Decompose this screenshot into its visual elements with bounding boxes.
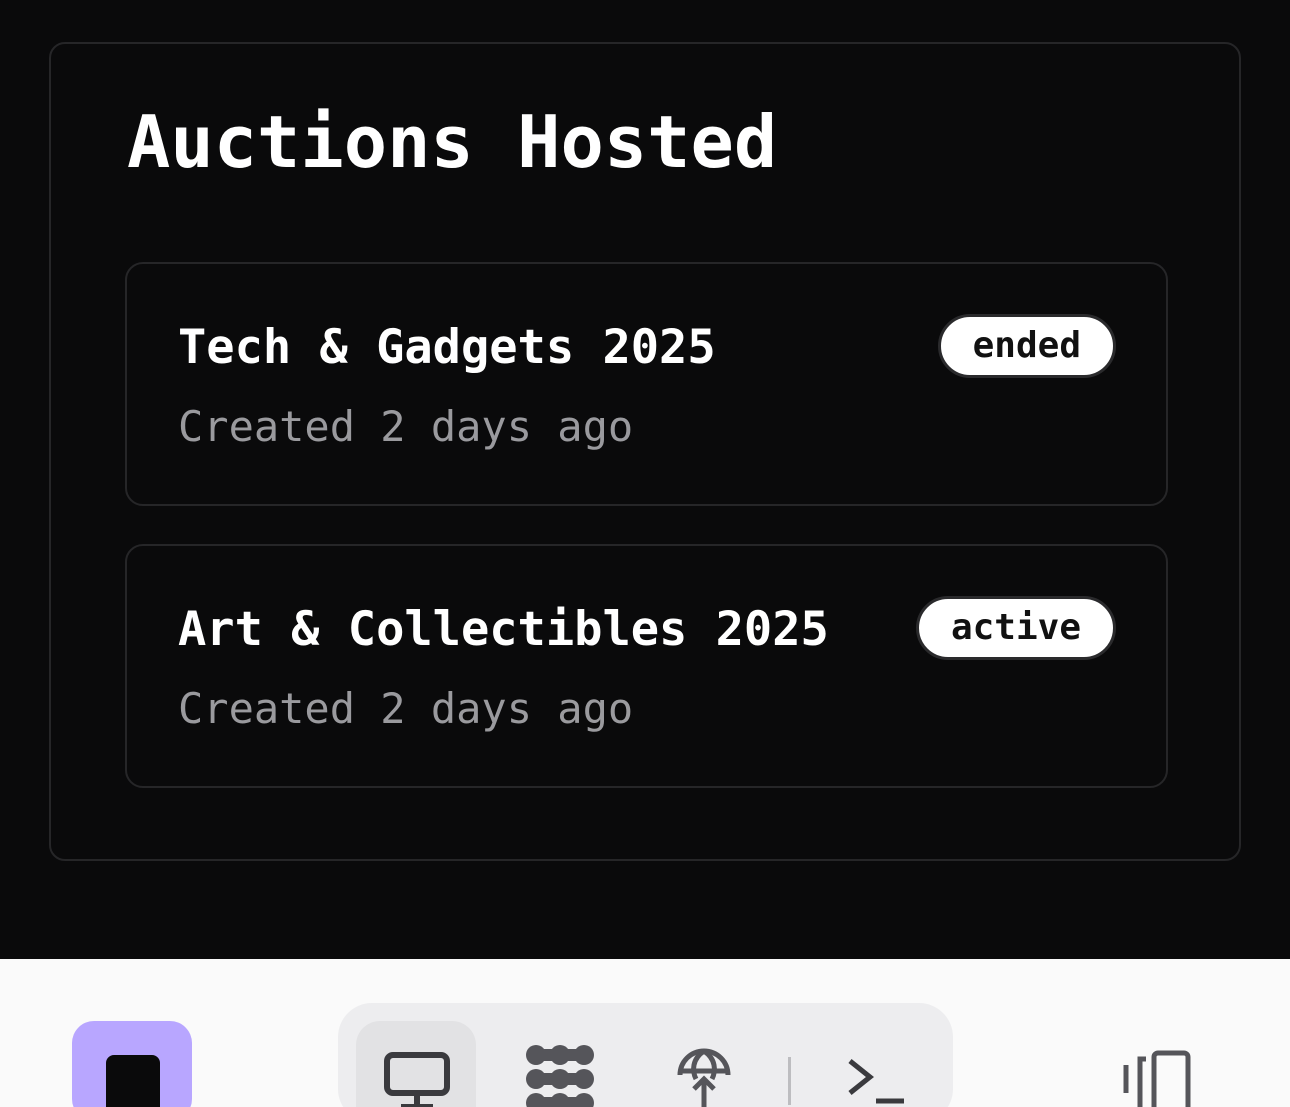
stop-button[interactable] bbox=[72, 1021, 192, 1107]
terminal-icon bbox=[848, 1059, 904, 1104]
auction-title: Art & Collectibles 2025 bbox=[178, 602, 829, 657]
auction-title: Tech & Gadgets 2025 bbox=[178, 320, 716, 375]
status-badge: ended bbox=[937, 314, 1116, 378]
terminal-tool-button[interactable] bbox=[814, 1021, 934, 1107]
tool-group bbox=[338, 1003, 953, 1107]
device-toggle-icon bbox=[1123, 1050, 1191, 1107]
panel-title: Auctions Hosted bbox=[127, 100, 778, 184]
globe-upload-icon bbox=[677, 1048, 731, 1107]
auctions-hosted-panel: Auctions Hosted Tech & Gadgets 2025 Crea… bbox=[49, 42, 1241, 861]
bottom-toolbar bbox=[0, 959, 1290, 1107]
monitor-icon bbox=[384, 1052, 450, 1107]
nodes-tool-button[interactable] bbox=[500, 1021, 620, 1107]
stop-square-icon bbox=[106, 1055, 160, 1107]
device-toggle-button[interactable] bbox=[1118, 1049, 1198, 1107]
auction-created: Created 2 days ago bbox=[178, 684, 634, 733]
nodes-icon bbox=[526, 1045, 594, 1107]
auction-card[interactable]: Tech & Gadgets 2025 Created 2 days ago e… bbox=[125, 262, 1168, 506]
auction-created: Created 2 days ago bbox=[178, 402, 634, 451]
deploy-tool-button[interactable] bbox=[644, 1021, 764, 1107]
status-badge: active bbox=[915, 596, 1116, 660]
auction-card[interactable]: Art & Collectibles 2025 Created 2 days a… bbox=[125, 544, 1168, 788]
toolbar-divider bbox=[788, 1057, 791, 1105]
monitor-tool-button[interactable] bbox=[356, 1021, 476, 1107]
